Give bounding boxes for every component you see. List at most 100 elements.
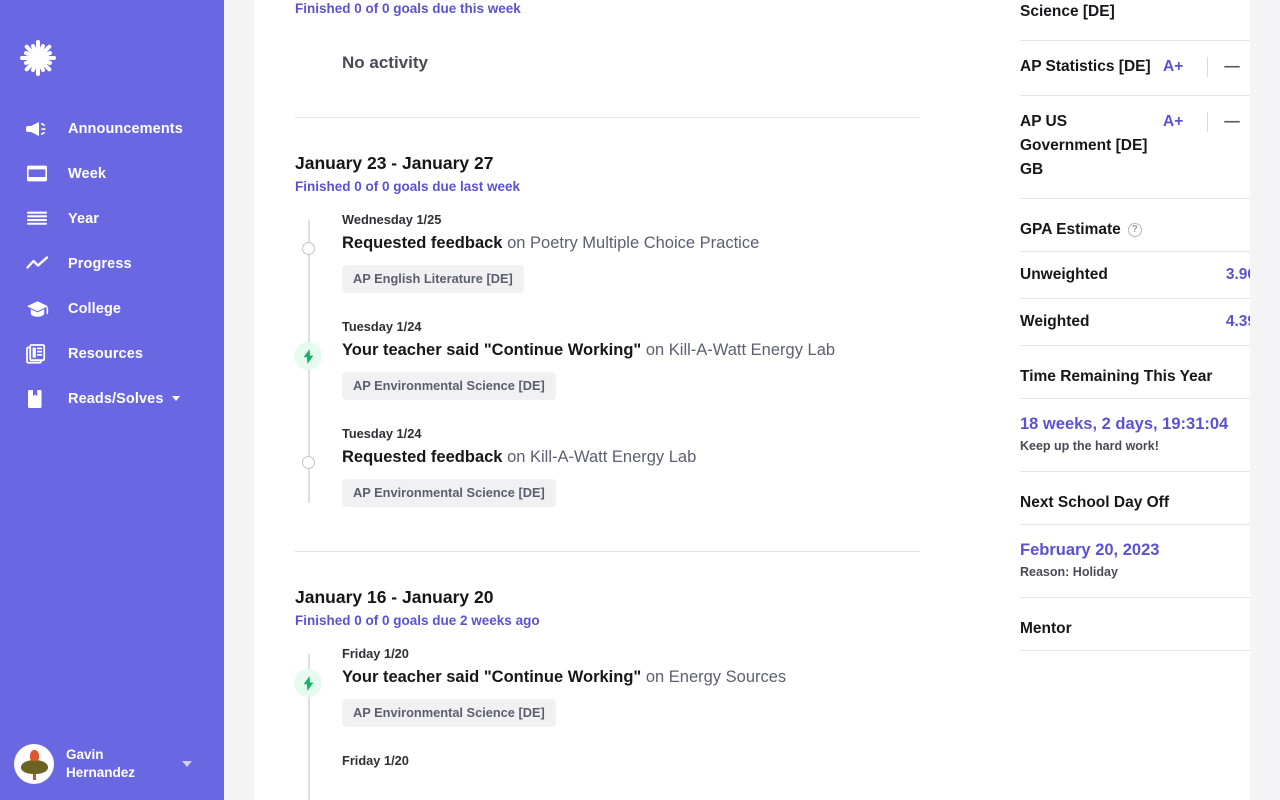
lightning-bolt-icon [294,342,322,370]
entry-subject: on Energy Sources [641,668,787,686]
sidebar-item-announcements[interactable]: Announcements [0,106,224,151]
megaphone-icon [26,118,52,140]
graduation-cap-icon [26,298,52,320]
question-mark-icon[interactable]: ? [1127,223,1142,237]
entry-text: Requested feedback on Kill-A-Watt Energy… [342,445,925,469]
sidebar-item-label: Reads/Solves [68,390,164,407]
grade-secondary: — [1224,58,1240,75]
user-profile[interactable]: Gavin Hernandez [0,744,224,784]
sidebar-item-label: Week [68,165,107,182]
time-remaining-value: 18 weeks, 2 days, 19:31:04 [1020,415,1229,433]
week-title: January 23 - January 27 [295,153,494,173]
sidebar-gutter [224,0,254,800]
course-badge[interactable]: AP English Literature [DE] [342,265,524,293]
sidebar-item-progress[interactable]: Progress [0,241,224,286]
left-sidebar: Announcements Week Year Progress College… [0,0,224,800]
activity-entry[interactable]: Friday 1/20 [342,753,925,769]
sidebar-item-reads-solves[interactable]: Reads/Solves [0,376,224,421]
gpa-weighted-label: Weighted [1020,313,1090,330]
user-first-name: Gavin [66,747,104,762]
lightning-bolt-icon [294,669,322,697]
documents-icon [26,343,52,365]
sidebar-nav: Announcements Week Year Progress College… [0,106,224,421]
activity-entry[interactable]: Friday 1/20 Your teacher said "Continue … [294,646,925,753]
day-off-note: Reason: Holiday [1020,565,1118,579]
activity-entry[interactable]: Tuesday 1/24 Requested feedback on Kill-… [342,426,925,533]
gpa-title-label: GPA Estimate [1020,221,1121,238]
day-off-value: February 20, 2023 [1020,541,1160,559]
empty-state-label: No activity [342,53,428,72]
week-goals-line: Finished 0 of 0 goals due 2 weeks ago [295,613,540,628]
activity-feed: Finished 0 of 0 goals due this week No a… [254,0,1002,800]
chevron-down-icon [171,396,180,401]
grade-mark: A+ [1163,113,1184,130]
circle-outline-icon [295,235,321,261]
gpa-unweighted-label: Unweighted [1020,266,1108,283]
sidebar-item-label: Year [68,210,100,227]
user-last-name: Hernandez [66,765,136,780]
sidebar-item-label: Progress [68,255,132,272]
sidebar-item-year[interactable]: Year [0,196,224,241]
week-header: January 23 - January 27 Finished 0 of 0 … [295,118,925,194]
time-remaining-note: Keep up the hard work! [1020,439,1159,453]
grade-row[interactable]: AP US Government [DE] GB A+ — [1020,96,1256,199]
entry-text: Requested feedback on Poetry Multiple Ch… [342,231,925,255]
right-page-edge [1250,0,1280,800]
activity-entry[interactable]: Tuesday 1/24 Your teacher said "Continue… [294,319,925,426]
line-chart-icon [26,253,52,275]
sidebar-item-resources[interactable]: Resources [0,331,224,376]
mushroom-avatar-icon [14,744,54,784]
time-remaining-title: Time Remaining This Year [1020,346,1256,399]
user-name: Gavin Hernandez [66,746,182,782]
sidebar-item-week[interactable]: Week [0,151,224,196]
entry-action: Requested feedback [342,448,503,466]
week-title: January 16 - January 20 [295,587,494,607]
calendar-week-icon [26,163,52,185]
course-badge[interactable]: AP Environmental Science [DE] [342,699,556,727]
grade-course-name: AP US Government [DE] GB [1020,113,1148,178]
grade-row[interactable]: AP Statistics [DE] A+ — [1020,41,1256,96]
circle-outline-icon [295,449,321,475]
gpa-weighted-row: Weighted 4.39 [1020,299,1256,346]
entry-action: Your teacher said "Continue Working" [342,668,642,686]
current-week-goals: Finished 0 of 0 goals due this week [295,1,521,16]
sidebar-item-college[interactable]: College [0,286,224,331]
entry-subject: on Poetry Multiple Choice Practice [502,234,760,252]
chevron-down-icon[interactable] [182,761,192,767]
sidebar-item-label: Announcements [68,120,183,137]
entry-date: Tuesday 1/24 [342,426,422,441]
grade-row[interactable]: AP Environmental Science [DE] A+ — [1020,0,1256,41]
day-off-block: February 20, 2023 Reason: Holiday [1020,525,1256,598]
grade-secondary: — [1224,113,1240,130]
grade-mark: A+ [1163,58,1184,75]
gpa-section-title: GPA Estimate ? [1020,199,1256,252]
grade-course-name: AP Statistics [DE] [1020,58,1151,75]
entry-text: Your teacher said "Continue Working" on … [342,665,925,689]
course-badge[interactable]: AP Environmental Science [DE] [342,372,556,400]
grade-course-name: AP Environmental Science [DE] [1020,3,1115,20]
list-lines-icon [26,208,52,230]
entry-action: Requested feedback [342,234,503,252]
app-root: Announcements Week Year Progress College… [0,0,1280,800]
entry-subject: on Kill-A-Watt Energy Lab [641,341,836,359]
week-goals-line: Finished 0 of 0 goals due last week [295,179,521,194]
activity-entry[interactable]: Wednesday 1/25 Requested feedback on Poe… [342,212,925,319]
entry-date: Tuesday 1/24 [342,319,422,334]
day-off-title: Next School Day Off [1020,472,1256,525]
entry-date: Wednesday 1/25 [342,212,442,227]
entry-text: Your teacher said "Continue Working" on … [342,338,925,362]
sidebar-item-label: Resources [68,345,144,362]
bookmark-book-icon [26,388,52,410]
mentor-title: Mentor [1020,598,1256,651]
asterisk-logo-icon [18,38,58,78]
entry-action: Your teacher said "Continue Working" [342,341,642,359]
gpa-unweighted-row: Unweighted 3.96 [1020,252,1256,299]
logo-container[interactable] [0,0,224,102]
course-badge[interactable]: AP Environmental Science [DE] [342,479,556,507]
sidebar-item-label: College [68,300,122,317]
week-timeline: Friday 1/20 Your teacher said "Continue … [294,646,925,800]
week-header: January 16 - January 20 Finished 0 of 0 … [295,552,925,628]
right-sidebar: AP Environmental Science [DE] A+ — AP St… [1002,0,1280,800]
entry-subject: on Kill-A-Watt Energy Lab [502,448,697,466]
entry-date: Friday 1/20 [342,646,409,661]
